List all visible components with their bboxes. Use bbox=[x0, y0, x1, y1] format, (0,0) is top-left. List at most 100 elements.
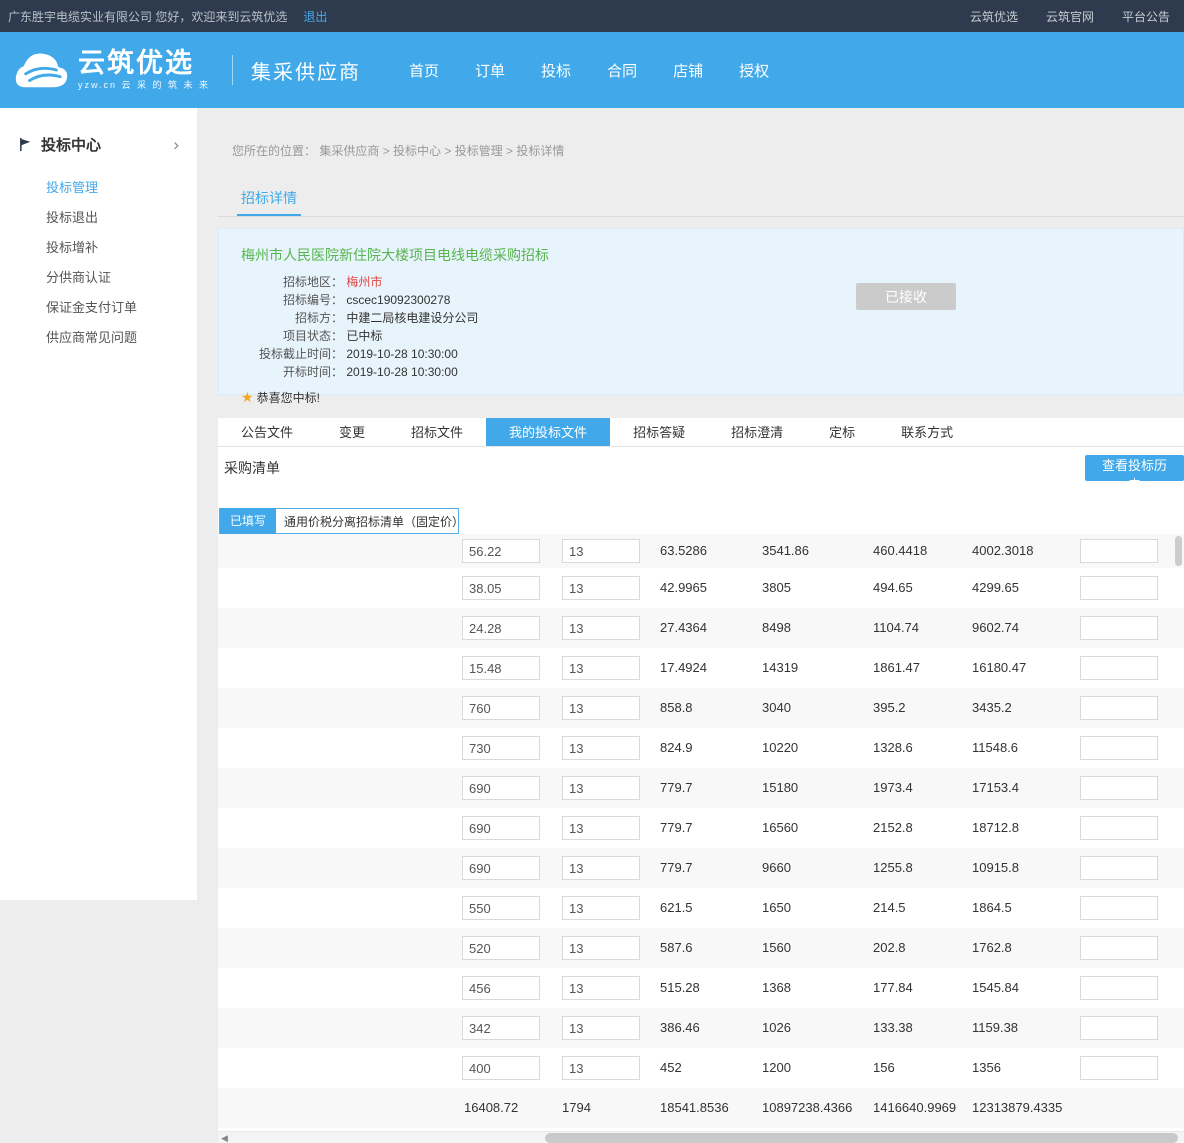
remark-input[interactable] bbox=[1080, 1056, 1158, 1080]
sidebar-header[interactable]: 投标中心 › bbox=[0, 108, 197, 171]
tax-rate-input[interactable] bbox=[562, 656, 640, 680]
topbar-link[interactable]: 平台公告 bbox=[1122, 8, 1170, 25]
bid-list-badge-box[interactable]: 已填写 通用价税分离招标清单（固定价） bbox=[219, 508, 459, 534]
sidebar-item[interactable]: 供应商常见问题 bbox=[46, 323, 197, 353]
amount-cell: 8498 bbox=[762, 608, 791, 648]
tender-field-row: 项目状态： 已中标 bbox=[241, 327, 1183, 345]
tax-amount-cell: 494.65 bbox=[873, 568, 913, 608]
taxed-amount-cell: 16180.47 bbox=[972, 648, 1026, 688]
detail-tab-item[interactable]: 招标澄清 bbox=[708, 418, 806, 446]
field-value: cscec19092300278 bbox=[346, 293, 450, 307]
unit-price-input[interactable] bbox=[462, 976, 540, 1000]
unit-price-input[interactable] bbox=[462, 616, 540, 640]
brand-logo[interactable]: 云筑优选 yzw.cn 云 采 的 筑 未 来 bbox=[10, 47, 210, 93]
sidebar-item[interactable]: 投标增补 bbox=[46, 233, 197, 263]
table-total-row: 16408.72179418541.853610897238.436614166… bbox=[218, 1088, 1184, 1128]
logout-link[interactable]: 退出 bbox=[303, 8, 327, 25]
unit-price-input[interactable] bbox=[462, 1016, 540, 1040]
unit-price-input[interactable] bbox=[462, 936, 540, 960]
sidebar-item[interactable]: 投标管理 bbox=[46, 173, 197, 203]
remark-input[interactable] bbox=[1080, 539, 1158, 563]
tax-amount-cell: 177.84 bbox=[873, 968, 913, 1008]
tax-rate-input[interactable] bbox=[562, 776, 640, 800]
amount-cell: 1200 bbox=[762, 1048, 791, 1088]
tax-rate-input[interactable] bbox=[562, 736, 640, 760]
detail-tab-item[interactable]: 定标 bbox=[806, 418, 878, 446]
remark-input[interactable] bbox=[1080, 896, 1158, 920]
header-nav: 首页 订单 投标 合同 店铺 授权 bbox=[409, 60, 769, 81]
tax-rate-input[interactable] bbox=[562, 896, 640, 920]
tax-amount-cell: 460.4418 bbox=[873, 534, 927, 568]
breadcrumb-path[interactable]: 集采供应商 > 投标中心 > 投标管理 > 投标详情 bbox=[319, 144, 564, 158]
tax-rate-input[interactable] bbox=[562, 1056, 640, 1080]
tax-rate-input[interactable] bbox=[562, 539, 640, 563]
view-bid-history-button[interactable]: 查看投标历史 bbox=[1085, 455, 1184, 481]
remark-input[interactable] bbox=[1080, 696, 1158, 720]
chevron-right-icon[interactable]: › bbox=[173, 135, 179, 155]
tab-bid-detail[interactable]: 招标详情 bbox=[237, 183, 301, 216]
unit-price-input[interactable] bbox=[462, 896, 540, 920]
tax-rate-input[interactable] bbox=[562, 856, 640, 880]
taxed-amount-cell: 1159.38 bbox=[972, 1008, 1018, 1048]
sidebar-item[interactable]: 投标退出 bbox=[46, 203, 197, 233]
remark-input[interactable] bbox=[1080, 1016, 1158, 1040]
unit-price-input[interactable] bbox=[462, 576, 540, 600]
unit-price-input[interactable] bbox=[462, 539, 540, 563]
topbar-link[interactable]: 云筑优选 bbox=[970, 8, 1018, 25]
taxed-unit-price-cell: 779.7 bbox=[660, 848, 693, 888]
tax-rate-input[interactable] bbox=[562, 936, 640, 960]
unit-price-input[interactable] bbox=[462, 656, 540, 680]
breadcrumb-label: 您所在的位置： bbox=[232, 144, 316, 158]
header-nav-item[interactable]: 店铺 bbox=[673, 60, 703, 81]
detail-tab-item[interactable]: 变更 bbox=[316, 418, 388, 446]
unit-price-input[interactable] bbox=[462, 816, 540, 840]
detail-tab-item[interactable]: 我的投标文件 bbox=[486, 418, 610, 446]
remark-input[interactable] bbox=[1080, 816, 1158, 840]
detail-tab-item[interactable]: 招标文件 bbox=[388, 418, 486, 446]
tax-rate-input[interactable] bbox=[562, 616, 640, 640]
horizontal-scrollbar-thumb[interactable] bbox=[545, 1133, 1178, 1143]
tender-field-row: 开标时间： 2019-10-28 10:30:00 bbox=[241, 363, 1183, 381]
tender-field-row: 招标编号： cscec19092300278 bbox=[241, 291, 1183, 309]
vertical-scrollbar-thumb[interactable] bbox=[1175, 536, 1182, 566]
field-label: 项目状态： bbox=[241, 327, 343, 345]
remark-input[interactable] bbox=[1080, 936, 1158, 960]
header-nav-item[interactable]: 合同 bbox=[607, 60, 637, 81]
detail-tab-item[interactable]: 联系方式 bbox=[878, 418, 976, 446]
table-row: 452 1200 156 1356 bbox=[218, 1048, 1184, 1088]
detail-tab-item[interactable]: 招标答疑 bbox=[610, 418, 708, 446]
sidebar-item[interactable]: 分供商认证 bbox=[46, 263, 197, 293]
header-nav-item[interactable]: 订单 bbox=[475, 60, 505, 81]
sidebar-item[interactable]: 保证金支付订单 bbox=[46, 293, 197, 323]
remark-input[interactable] bbox=[1080, 856, 1158, 880]
tax-rate-input[interactable] bbox=[562, 976, 640, 1000]
remark-input[interactable] bbox=[1080, 616, 1158, 640]
detail-tab-item[interactable]: 公告文件 bbox=[218, 418, 316, 446]
unit-price-input[interactable] bbox=[462, 736, 540, 760]
received-button[interactable]: 已接收 bbox=[856, 283, 956, 310]
tax-rate-input[interactable] bbox=[562, 576, 640, 600]
taxed-unit-price-cell: 42.9965 bbox=[660, 568, 707, 608]
unit-price-input[interactable] bbox=[462, 776, 540, 800]
tax-rate-input[interactable] bbox=[562, 696, 640, 720]
remark-input[interactable] bbox=[1080, 656, 1158, 680]
unit-price-input[interactable] bbox=[462, 696, 540, 720]
remark-input[interactable] bbox=[1080, 576, 1158, 600]
tax-rate-input[interactable] bbox=[562, 1016, 640, 1040]
horizontal-scrollbar[interactable]: ◀ bbox=[218, 1131, 1184, 1143]
scroll-left-arrow-icon[interactable]: ◀ bbox=[218, 1132, 231, 1143]
filled-status-badge[interactable]: 已填写 bbox=[220, 508, 276, 534]
taxed-amount-cell: 17153.4 bbox=[972, 768, 1019, 808]
unit-price-input[interactable] bbox=[462, 1056, 540, 1080]
tax-rate-input[interactable] bbox=[562, 816, 640, 840]
remark-input[interactable] bbox=[1080, 736, 1158, 760]
header-nav-item[interactable]: 投标 bbox=[541, 60, 571, 81]
header-nav-item[interactable]: 首页 bbox=[409, 60, 439, 81]
unit-price-input[interactable] bbox=[462, 856, 540, 880]
top-utility-bar: 广东胜宇电缆实业有限公司 您好，欢迎来到云筑优选 退出 云筑优选云筑官网平台公告 bbox=[0, 0, 1184, 32]
remark-input[interactable] bbox=[1080, 776, 1158, 800]
topbar-link[interactable]: 云筑官网 bbox=[1046, 8, 1094, 25]
remark-input[interactable] bbox=[1080, 976, 1158, 1000]
portal-title: 集采供应商 bbox=[251, 56, 361, 85]
header-nav-item[interactable]: 授权 bbox=[739, 60, 769, 81]
